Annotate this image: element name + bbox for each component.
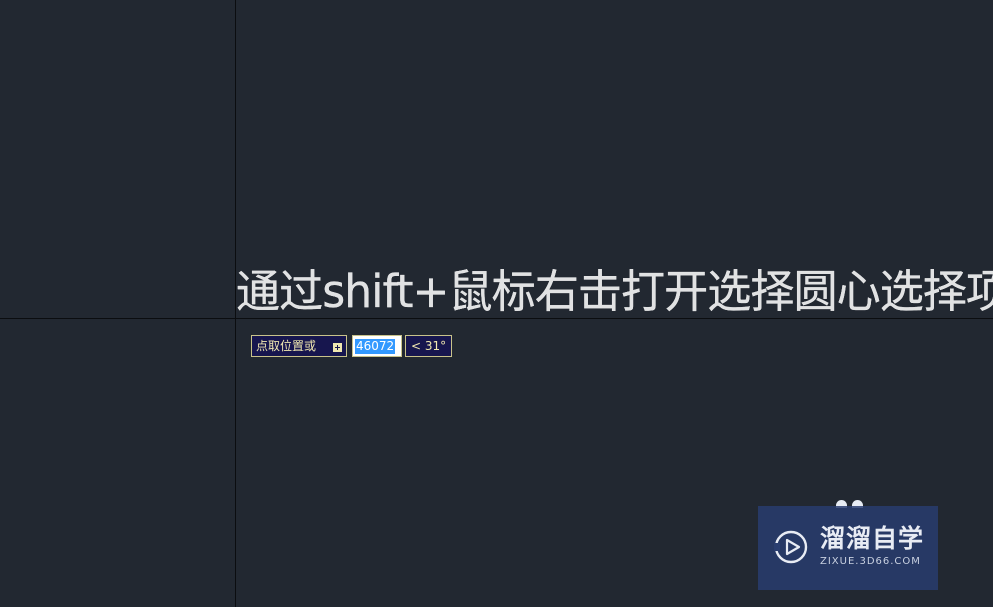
drawing-canvas[interactable]: 通过shift+鼠标右击打开选择圆心选择项 点取位置或 46072 < 31° … [0, 0, 993, 607]
prompt-label: 点取位置或 [256, 339, 317, 353]
distance-value-selected[interactable]: 46072 [355, 339, 396, 354]
watermark-url: ZIXUE.3D66.COM [820, 556, 921, 567]
angle-input[interactable]: < 31° [405, 335, 452, 357]
plus-square-icon[interactable] [333, 343, 342, 352]
watermark: 溜溜自学 ZIXUE.3D66.COM [758, 506, 938, 590]
angle-value: < 31° [411, 339, 447, 353]
drawing-annotation-text: 通过shift+鼠标右击打开选择圆心选择项 [236, 262, 993, 322]
watermark-brand: 溜溜自学 [820, 524, 925, 553]
dynamic-input-prompt[interactable]: 点取位置或 [251, 335, 347, 357]
distance-input[interactable]: 46072 [352, 335, 402, 357]
play-circle-icon [774, 530, 808, 564]
annotation-text-content: 通过shift+鼠标右击打开选择圆心选择项 [236, 265, 993, 318]
